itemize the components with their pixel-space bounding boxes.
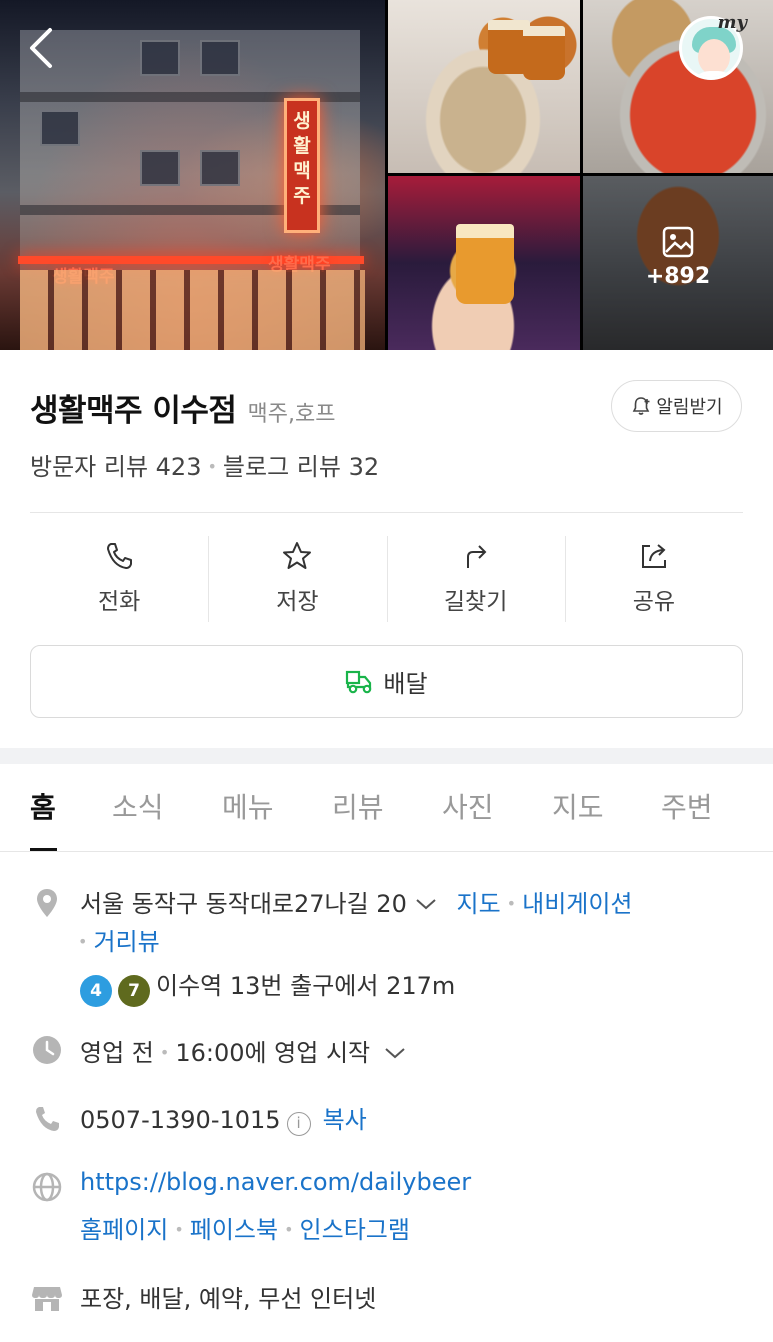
storefront [20, 270, 365, 350]
chevron-left-icon [30, 28, 52, 68]
directions-icon [466, 544, 487, 568]
tab-bar: 홈 소식 메뉴 리뷰 사진 지도 주변 [0, 764, 773, 852]
main-photo[interactable]: 생활맥주 생활맥주 생활맥주 [0, 0, 385, 350]
tab-nearby[interactable]: 주변 [661, 786, 713, 826]
notify-button[interactable]: 알림받기 [611, 380, 742, 432]
back-button[interactable] [26, 26, 62, 70]
active-tab-indicator [30, 848, 57, 851]
directions-label: 길찾기 [443, 588, 508, 615]
beer-glass-image [523, 26, 565, 80]
avatar-face [698, 39, 730, 75]
website-link[interactable]: https://blog.naver.com/dailybeer [80, 1168, 471, 1196]
subway-line-7-badge: 7 [118, 975, 150, 1007]
tab-menu[interactable]: 메뉴 [222, 786, 274, 826]
separator-dot: • [207, 457, 217, 476]
hours-detail: 16:00에 영업 시작 [175, 1039, 371, 1067]
directions-button[interactable]: 길찾기 [386, 530, 565, 625]
info-icon[interactable]: i [286, 1112, 311, 1136]
notify-label: 알림받기 [656, 397, 723, 418]
tab-reviews[interactable]: 리뷰 [332, 786, 384, 826]
street-view-line: • 거리뷰 [78, 922, 160, 957]
building-window [200, 40, 240, 76]
street-view-link[interactable]: 거리뷰 [93, 928, 159, 956]
blog-reviews-link[interactable]: 블로그 리뷰 32 [223, 453, 379, 481]
phone-icon [36, 1107, 59, 1131]
share-label: 공유 [632, 588, 676, 615]
neon-sign-vertical: 생활맥주 [284, 98, 320, 233]
delivery-label: 배달 [383, 670, 428, 698]
divider [30, 512, 743, 513]
place-category: 맥주,호프 [247, 402, 336, 427]
phone-number[interactable]: 0507-1390-1015 [80, 1106, 281, 1134]
phone-line: 0507-1390-1015 i 복사 [80, 1100, 367, 1136]
hours-status: 영업 전 [80, 1039, 154, 1067]
photo-thumbnail[interactable] [388, 176, 580, 350]
subway-distance: 이수역 13번 출구에서 217m [156, 972, 456, 1000]
separator-dot: • [284, 1220, 294, 1239]
place-name: 생활맥주 이수점 [30, 393, 237, 429]
homepage-link[interactable]: 홈페이지 [80, 1216, 168, 1244]
phone-icon [107, 542, 133, 569]
address-line: 서울 동작구 동작대로27나길 20 지도 • 내비게이션 [80, 884, 633, 919]
navigation-link[interactable]: 내비게이션 [522, 890, 632, 918]
website-line: https://blog.naver.com/dailybeer [80, 1168, 471, 1196]
more-photos-label: +892 [583, 226, 773, 289]
separator-dot: • [174, 1220, 184, 1239]
bell-plus-icon [633, 397, 650, 415]
store-icon [32, 1287, 62, 1311]
building-window [40, 110, 80, 146]
copy-link[interactable]: 복사 [323, 1106, 367, 1134]
separator-dot: • [78, 932, 88, 951]
save-button[interactable]: 저장 [208, 530, 386, 625]
more-photos-count: +892 [645, 264, 711, 289]
delivery-scooter-icon [346, 670, 372, 693]
amenities-text: 포장, 배달, 예약, 무선 인터넷 [80, 1285, 377, 1313]
globe-icon [32, 1172, 62, 1202]
clock-icon [33, 1036, 61, 1064]
social-links-line: 홈페이지 • 페이스북 • 인스타그램 [80, 1210, 410, 1245]
building-window [200, 150, 240, 186]
avatar-shirt [690, 71, 738, 77]
section-divider [0, 748, 773, 764]
subway-line: 4 7 이수역 13번 출구에서 217m [80, 966, 455, 1007]
chevron-down-icon[interactable] [384, 1047, 406, 1059]
tab-photos[interactable]: 사진 [442, 786, 494, 826]
separator-dot: • [506, 894, 517, 913]
hours-line: 영업 전 • 16:00에 영업 시작 [80, 1033, 406, 1068]
star-icon [283, 541, 312, 569]
tab-home[interactable]: 홈 [30, 786, 56, 826]
building-window [140, 40, 180, 76]
call-label: 전화 [97, 588, 141, 615]
more-photos-tile[interactable]: +892 [583, 176, 773, 350]
photo-thumbnail[interactable]: my [583, 0, 773, 173]
building-window [140, 150, 180, 186]
place-title: 생활맥주 이수점 맥주,호프 [30, 385, 336, 430]
subway-line-4-badge: 4 [80, 975, 112, 1007]
share-icon [641, 543, 666, 568]
photo-thumbnail[interactable] [388, 0, 580, 173]
tab-map[interactable]: 지도 [552, 786, 604, 826]
address-text[interactable]: 서울 동작구 동작대로27나길 20 [80, 890, 407, 918]
my-label: my [717, 12, 747, 33]
share-button[interactable]: 공유 [564, 530, 743, 625]
map-link[interactable]: 지도 [457, 890, 501, 918]
instagram-link[interactable]: 인스타그램 [300, 1216, 410, 1244]
location-pin-icon [37, 889, 57, 917]
photo-gallery[interactable]: 생활맥주 생활맥주 생활맥주 my [0, 0, 773, 350]
save-label: 저장 [276, 588, 319, 615]
delivery-button[interactable]: 배달 [30, 645, 743, 718]
review-counts: 방문자 리뷰 423 • 블로그 리뷰 32 [30, 447, 379, 482]
separator-dot: • [159, 1043, 170, 1062]
call-button[interactable]: 전화 [30, 530, 208, 625]
beer-glass-image [456, 224, 514, 304]
facebook-link[interactable]: 페이스북 [190, 1216, 278, 1244]
visitor-reviews-link[interactable]: 방문자 리뷰 423 [30, 453, 201, 481]
chevron-down-icon[interactable] [415, 898, 437, 910]
image-icon [662, 226, 694, 258]
tab-news[interactable]: 소식 [112, 786, 164, 826]
action-bar: 전화 저장 길찾기 공유 [30, 530, 743, 625]
